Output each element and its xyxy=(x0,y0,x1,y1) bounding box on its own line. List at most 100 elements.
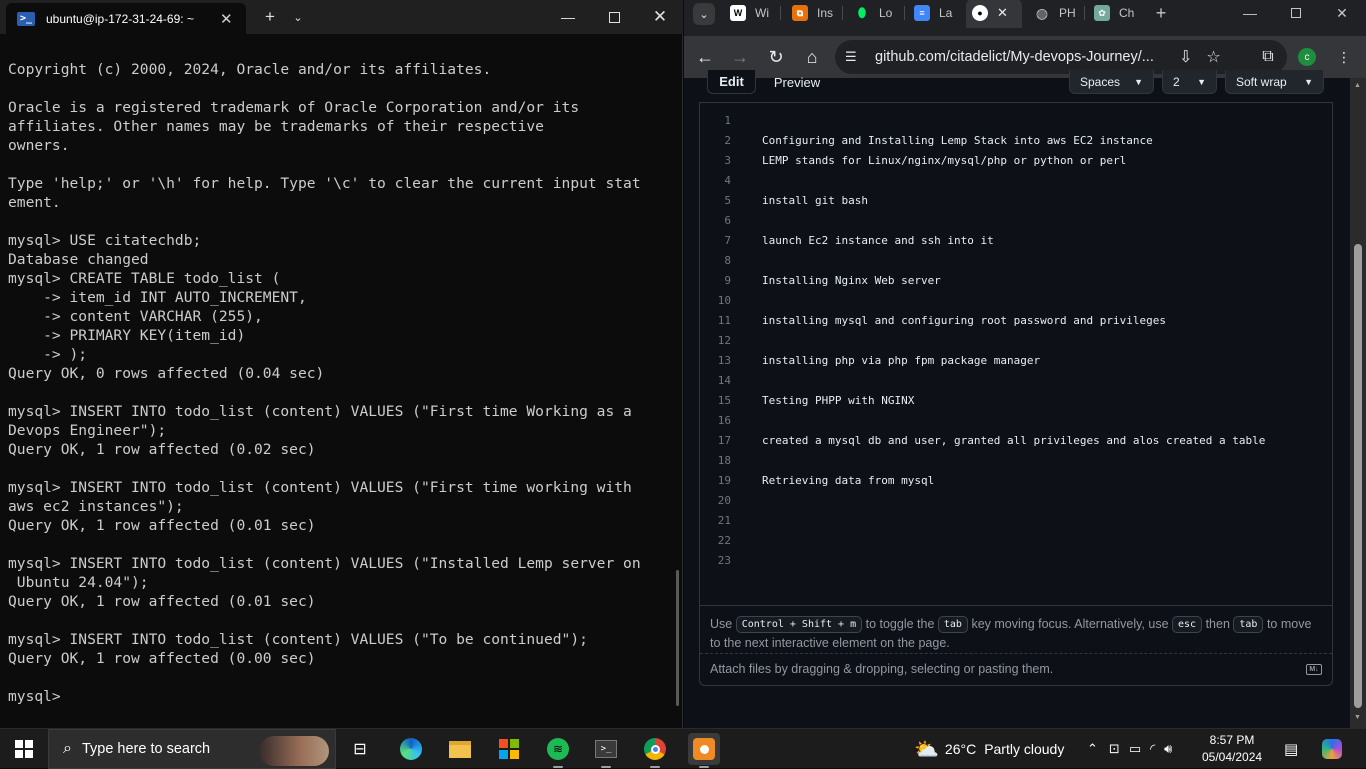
code-line[interactable]: 4 xyxy=(700,171,1332,191)
scroll-up-icon[interactable]: ▲ xyxy=(1354,82,1361,89)
code-line[interactable]: 23 xyxy=(700,551,1332,571)
indent-mode-select[interactable]: Spaces ▼ xyxy=(1069,70,1154,94)
wifi-icon[interactable]: ◜ xyxy=(1150,741,1155,757)
volume-icon[interactable]: 🔊︎ xyxy=(1164,741,1172,757)
close-window-button[interactable]: ✕ xyxy=(638,0,682,34)
line-number: 6 xyxy=(724,214,731,227)
browser-tab[interactable]: ⧉ Ins xyxy=(792,0,838,26)
site-settings-icon[interactable]: ☰ xyxy=(845,49,863,65)
browser-window: ⌄ W Wi ⧉ Ins ⬮ Lo ≡ La ● ✕ ◍ PH ✿ Ch + —… xyxy=(684,0,1366,728)
tab-preview[interactable]: Preview xyxy=(762,70,832,94)
close-icon[interactable]: ✕ xyxy=(220,10,233,28)
chevron-down-icon[interactable]: ⌄ xyxy=(288,0,308,34)
media-app-icon[interactable] xyxy=(688,733,720,768)
tab-search-icon[interactable]: ⌄ xyxy=(693,3,715,25)
browser-tab[interactable]: ✿ Ch xyxy=(1094,0,1140,26)
windows-start-icon[interactable] xyxy=(15,740,33,758)
battery-icon[interactable]: ▭ xyxy=(1129,741,1141,757)
menu-kebab-icon[interactable]: ⋮ xyxy=(1330,43,1358,71)
code-line[interactable]: 20 xyxy=(700,491,1332,511)
browser-tab-active[interactable]: ● ✕ xyxy=(966,0,1022,28)
code-line[interactable]: 3 LEMP stands for Linux/nginx/mysql/php o… xyxy=(700,151,1332,171)
spotify-icon[interactable]: ≋ xyxy=(542,733,574,768)
file-explorer-icon[interactable] xyxy=(444,733,476,765)
powershell-icon: >_ xyxy=(17,11,35,26)
tab-edit[interactable]: Edit xyxy=(707,70,756,94)
forward-arrow-icon[interactable]: → xyxy=(726,43,754,71)
code-line[interactable]: 13 installing php via php fpm package man… xyxy=(700,351,1332,371)
terminal-line: mysql> USE citatechdb; xyxy=(8,232,202,249)
code-line[interactable]: 19 Retrieving data from mysql xyxy=(700,471,1332,491)
new-tab-button[interactable]: + xyxy=(256,0,284,34)
page-scrollbar[interactable]: ▲ ▼ xyxy=(1350,78,1366,728)
scrollbar-thumb[interactable] xyxy=(1354,244,1362,708)
code-line[interactable]: 18 xyxy=(700,451,1332,471)
code-line[interactable]: 21 xyxy=(700,511,1332,531)
code-line[interactable]: 9 Installing Nginx Web server xyxy=(700,271,1332,291)
terminal-app-icon[interactable]: >_ xyxy=(590,733,622,768)
terminal-tab[interactable]: >_ ubuntu@ip-172-31-24-69: ~ ✕ xyxy=(6,3,246,34)
browser-tab[interactable]: ⬮ Lo xyxy=(854,0,900,26)
line-number: 19 xyxy=(717,474,731,487)
maximize-button[interactable] xyxy=(592,0,636,34)
attach-files-area[interactable]: Attach files by dragging & dropping, sel… xyxy=(700,653,1332,685)
code-line[interactable]: 1 xyxy=(700,111,1332,131)
edge-icon[interactable] xyxy=(395,733,427,765)
scroll-down-icon[interactable]: ▼ xyxy=(1354,714,1361,721)
code-line[interactable]: 22 xyxy=(700,531,1332,551)
chevron-up-icon[interactable]: ⌃ xyxy=(1087,741,1098,757)
code-line[interactable]: 17 created a mysql db and user, granted a… xyxy=(700,431,1332,451)
code-line[interactable]: 11 installing mysql and configuring root … xyxy=(700,311,1332,331)
bookmark-star-icon[interactable]: ☆ xyxy=(1206,47,1220,67)
terminal-line: -> PRIMARY KEY(item_id) xyxy=(8,327,246,344)
install-app-icon[interactable]: ⇩ xyxy=(1179,47,1192,67)
code-line[interactable]: 6 xyxy=(700,211,1332,231)
code-line[interactable]: 8 xyxy=(700,251,1332,271)
line-number: 4 xyxy=(724,174,731,187)
wrap-mode-value: Soft wrap xyxy=(1236,74,1287,89)
minimize-button[interactable]: — xyxy=(546,0,590,34)
terminal-line: Query OK, 1 row affected (0.01 sec) xyxy=(8,593,316,610)
code-editor[interactable]: 1 2 Configuring and Installing Lemp Stack … xyxy=(700,111,1332,605)
url-text[interactable]: github.com/citadelict/My-devops-Journey/… xyxy=(875,49,1165,65)
code-line[interactable]: 16 xyxy=(700,411,1332,431)
code-line[interactable]: 2 Configuring and Installing Lemp Stack i… xyxy=(700,131,1332,151)
address-bar[interactable]: ☰ github.com/citadelict/My-devops-Journe… xyxy=(835,40,1287,74)
clock[interactable]: 8:57 PM 05/04/2024 xyxy=(1202,732,1262,766)
code-line[interactable]: 7 launch Ec2 instance and ssh into it xyxy=(700,231,1332,251)
maximize-button[interactable] xyxy=(1274,0,1318,26)
browser-tab[interactable]: ≡ La xyxy=(914,0,960,26)
new-tab-button[interactable]: + xyxy=(1139,0,1183,26)
microsoft-store-icon[interactable] xyxy=(493,733,525,765)
close-window-button[interactable]: ✕ xyxy=(1320,0,1364,26)
browser-tab[interactable]: W Wi xyxy=(730,0,776,26)
code-line[interactable]: 15 Testing PHPP with NGINX xyxy=(700,391,1332,411)
back-arrow-icon[interactable]: ← xyxy=(691,43,719,71)
home-icon[interactable]: ⌂ xyxy=(798,43,826,71)
copilot-icon[interactable] xyxy=(1322,729,1342,769)
notifications-icon[interactable]: ▤ xyxy=(1284,729,1298,769)
chrome-icon[interactable] xyxy=(639,733,671,768)
camera-icon[interactable]: ⊡ xyxy=(1109,741,1120,757)
code-line[interactable]: 12 xyxy=(700,331,1332,351)
line-number: 5 xyxy=(724,194,731,207)
terminal-scrollbar[interactable] xyxy=(676,570,679,706)
wrap-mode-select[interactable]: Soft wrap ▼ xyxy=(1225,70,1324,94)
code-line[interactable]: 14 xyxy=(700,371,1332,391)
profile-avatar[interactable]: c xyxy=(1298,48,1316,66)
line-number: 22 xyxy=(717,534,731,547)
browser-tab[interactable]: ◍ PH xyxy=(1034,0,1080,26)
taskbar-search[interactable]: ⌕ Type here to search xyxy=(48,729,336,769)
close-tab-icon[interactable]: ✕ xyxy=(997,5,1008,21)
indent-size-select[interactable]: 2 ▼ xyxy=(1162,70,1217,94)
minimize-button[interactable]: — xyxy=(1228,0,1272,26)
task-view-icon[interactable]: ⊟ xyxy=(344,733,376,765)
code-line[interactable]: 10 xyxy=(700,291,1332,311)
indent-size-value: 2 xyxy=(1173,74,1180,89)
weather-widget[interactable]: ⛅ 26°C Partly cloudy xyxy=(914,729,1064,769)
code-line[interactable]: 5 install git bash xyxy=(700,191,1332,211)
reload-icon[interactable]: ↻ xyxy=(762,43,790,71)
extensions-icon[interactable]: ⧉ xyxy=(1254,43,1282,71)
terminal-output[interactable]: Copyright (c) 2000, 2024, Oracle and/or … xyxy=(8,60,672,706)
